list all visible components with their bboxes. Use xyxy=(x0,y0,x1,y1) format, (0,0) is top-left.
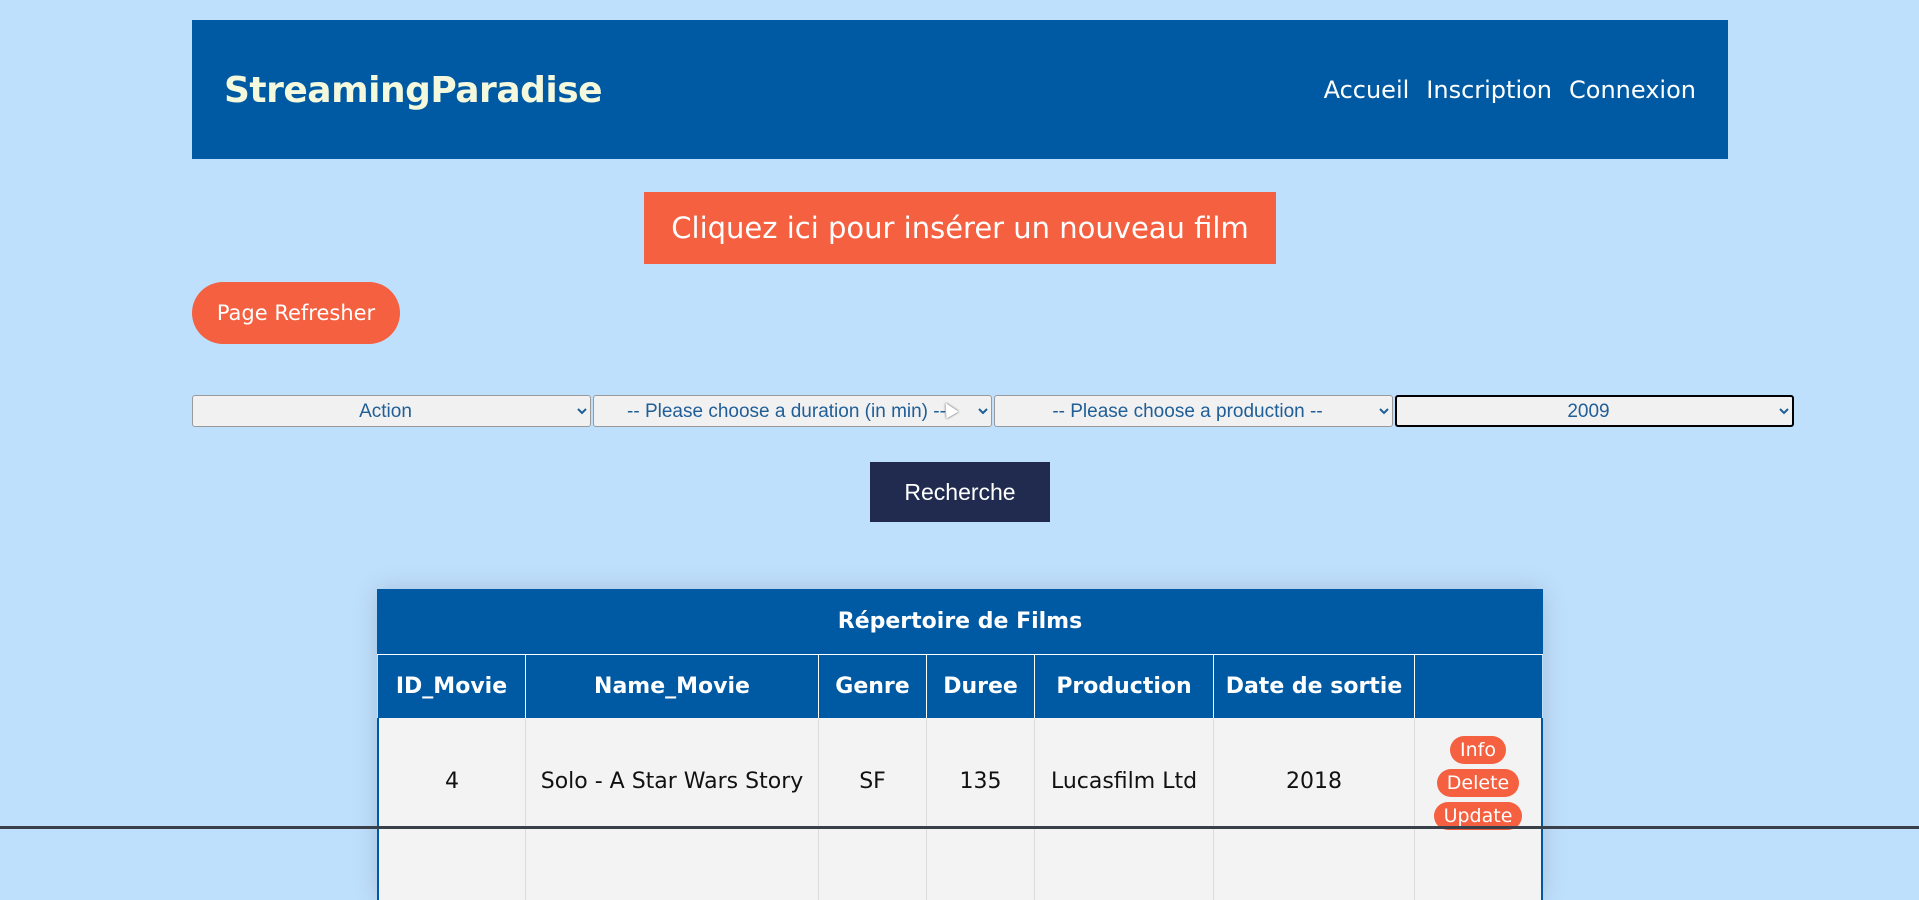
genre-select[interactable]: Action xyxy=(192,395,591,427)
cell-duree: 135 xyxy=(926,718,1035,900)
nav-link-inscription[interactable]: Inscription xyxy=(1426,76,1552,104)
cell-genre: SF xyxy=(818,718,927,900)
site-brand[interactable]: StreamingParadise xyxy=(224,70,603,111)
table-row: 4 Solo - A Star Wars Story SF 135 Lucasf… xyxy=(377,718,1543,900)
page-refresher-button[interactable]: Page Refresher xyxy=(192,282,400,344)
column-header-name: Name_Movie xyxy=(525,655,819,718)
duration-select[interactable]: -- Please choose a duration (in min) -- xyxy=(593,395,992,427)
table-header-row: ID_Movie Name_Movie Genre Duree Producti… xyxy=(378,655,1542,718)
column-header-production: Production xyxy=(1034,655,1214,718)
year-select[interactable]: 2009 xyxy=(1395,395,1794,427)
delete-button[interactable]: Delete xyxy=(1436,769,1520,797)
cell-date: 2018 xyxy=(1213,718,1415,900)
column-header-actions xyxy=(1414,655,1542,718)
nav-link-connexion[interactable]: Connexion xyxy=(1569,76,1696,104)
nav-link-accueil[interactable]: Accueil xyxy=(1324,76,1410,104)
cell-actions: Info Delete Update xyxy=(1414,718,1543,900)
films-table: Répertoire de Films ID_Movie Name_Movie … xyxy=(377,589,1543,900)
main-nav: Accueil Inscription Connexion xyxy=(1324,76,1696,104)
cell-production: Lucasfilm Ltd xyxy=(1034,718,1214,900)
films-table-container: Répertoire de Films ID_Movie Name_Movie … xyxy=(377,589,1543,900)
cell-name: Solo - A Star Wars Story xyxy=(525,718,819,900)
insert-film-button[interactable]: Cliquez ici pour insérer un nouveau film xyxy=(644,192,1276,264)
search-button[interactable]: Recherche xyxy=(870,462,1050,522)
production-select[interactable]: -- Please choose a production -- xyxy=(994,395,1393,427)
column-header-duree: Duree xyxy=(926,655,1035,718)
column-header-genre: Genre xyxy=(818,655,927,718)
site-header: StreamingParadise Accueil Inscription Co… xyxy=(192,20,1728,159)
filter-bar: Action -- Please choose a duration (in m… xyxy=(192,395,1794,427)
cell-id: 4 xyxy=(377,718,526,900)
column-header-id: ID_Movie xyxy=(378,655,526,718)
info-button[interactable]: Info xyxy=(1450,736,1506,764)
table-caption: Répertoire de Films xyxy=(377,589,1543,655)
column-header-date: Date de sortie xyxy=(1213,655,1415,718)
